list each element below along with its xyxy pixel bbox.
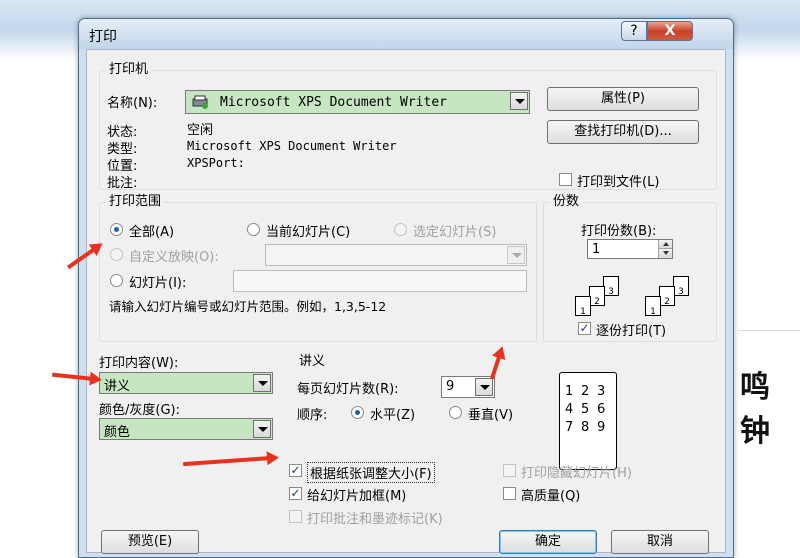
print-range-title: 打印范围 [106,194,165,210]
print-to-file-checkbox[interactable] [559,173,572,186]
frame-slides-checkbox[interactable]: ✓ [289,487,302,500]
handout-cell: 1 [565,384,574,399]
collate-page-3: 3 [673,276,689,297]
per-page-label: 每页幻灯片数(R): [297,382,399,397]
copies-count-spinner[interactable]: 1 [587,239,673,259]
comment-label: 批注: [107,176,138,191]
collate-checkbox[interactable]: ✓ [578,322,591,335]
range-slides-radio[interactable] [110,274,123,287]
handout-cell: 9 [597,420,606,435]
range-selection-radio[interactable] [394,223,407,236]
dialog-body: 打印机 名称(N): Microsoft XPS Document Writer… [86,49,726,554]
cancel-button[interactable]: 取消 [611,530,709,554]
handout-cell: 8 [581,420,590,435]
handout-cell: 2 [581,384,590,399]
printer-icon [191,95,209,109]
title-bar: 打印 ? X [79,19,733,49]
chevron-down-icon[interactable] [507,246,525,264]
preview-button[interactable]: 预览(E) [101,530,199,554]
chevron-down-icon[interactable] [475,378,493,396]
range-hint: 请输入幻灯片编号或幻灯片范围。例如，1,3,5-12 [109,299,387,314]
print-what-value: 讲义 [104,379,131,394]
color-select[interactable]: 颜色 [99,418,273,440]
printer-name-select[interactable]: Microsoft XPS Document Writer [185,90,530,114]
print-hidden-checkbox[interactable] [503,464,516,477]
print-comments-label[interactable]: 打印批注和墨迹标记(K) [307,508,443,527]
print-to-file-label[interactable]: 打印到文件(L) [577,171,659,190]
chevron-down-icon[interactable] [253,420,271,438]
ok-button[interactable]: 确定 [499,530,597,554]
printer-name-label: 名称(N): [107,96,158,111]
handout-cell: 3 [597,384,606,399]
per-page-value: 9 [446,379,455,394]
range-selection-label[interactable]: 选定幻灯片(S) [413,221,496,240]
order-label: 顺序: [297,408,328,423]
range-all-radio[interactable] [110,223,123,236]
printer-group-title: 打印机 [106,62,152,78]
print-hidden-label[interactable]: 打印隐藏幻灯片(H) [521,462,632,481]
scale-to-fit-checkbox[interactable]: ✓ [289,464,302,477]
handout-cell: 6 [597,402,606,417]
collate-page-3: 3 [603,276,619,297]
scale-to-fit-label[interactable]: 根据纸张调整大小(F) [307,462,435,483]
high-quality-checkbox[interactable] [503,487,516,500]
color-label: 颜色/灰度(G): [99,403,180,418]
spin-down-icon[interactable] [658,249,672,258]
copies-title: 份数 [550,194,583,210]
order-vertical-radio[interactable] [449,406,462,419]
background-text: 鸣钟 [740,370,772,449]
find-printer-button[interactable]: 查找打印机(D)... [547,120,699,144]
properties-button[interactable]: 属性(P) [547,87,699,111]
type-value: Microsoft XPS Document Writer [187,139,397,153]
range-slides-label[interactable]: 幻灯片(I): [129,272,186,291]
print-what-select[interactable]: 讲义 [99,372,273,394]
custom-show-select[interactable] [265,244,527,266]
spin-up-icon[interactable] [658,240,672,249]
frame-slides-label[interactable]: 给幻灯片加框(M) [307,485,406,504]
handout-cell: 4 [565,402,574,417]
location-value: XPSPort: [187,156,245,170]
collate-page-1: 1 [645,296,661,317]
range-custom-radio[interactable] [110,248,123,261]
handouts-title: 讲义 [296,354,329,370]
chevron-down-icon[interactable] [510,92,528,110]
range-current-label[interactable]: 当前幻灯片(C) [266,221,350,240]
chevron-down-icon[interactable] [253,374,271,392]
range-all-label[interactable]: 全部(A) [129,221,174,240]
color-value: 颜色 [104,425,131,440]
collate-page-1: 1 [575,296,591,317]
high-quality-label[interactable]: 高质量(Q) [521,485,580,504]
close-button[interactable]: X [647,21,693,41]
per-page-select[interactable]: 9 [441,376,495,398]
range-current-radio[interactable] [247,223,260,236]
printer-name-value: Microsoft XPS Document Writer [220,95,447,110]
dialog-title: 打印 [89,29,117,45]
help-button[interactable]: ? [621,21,647,41]
order-horizontal-label[interactable]: 水平(Z) [370,404,415,423]
order-horizontal-radio[interactable] [351,406,364,419]
collate-page-2: 2 [589,286,605,307]
slides-input[interactable] [233,270,527,292]
copies-count-label: 打印份数(B): [581,224,657,239]
copies-count-value: 1 [592,242,601,257]
print-comments-checkbox[interactable] [289,510,302,523]
print-dialog: 打印 ? X 打印机 名称(N): Microsoft XPS Document… [78,18,734,558]
print-what-label: 打印内容(W): [99,356,179,371]
collate-page-2: 2 [659,286,675,307]
range-custom-label[interactable]: 自定义放映(O): [129,246,219,265]
status-value: 空闲 [187,123,214,138]
order-vertical-label[interactable]: 垂直(V) [468,404,513,423]
handout-cell: 7 [565,420,574,435]
collate-label[interactable]: 逐份打印(T) [596,320,666,339]
handout-cell: 5 [581,402,590,417]
